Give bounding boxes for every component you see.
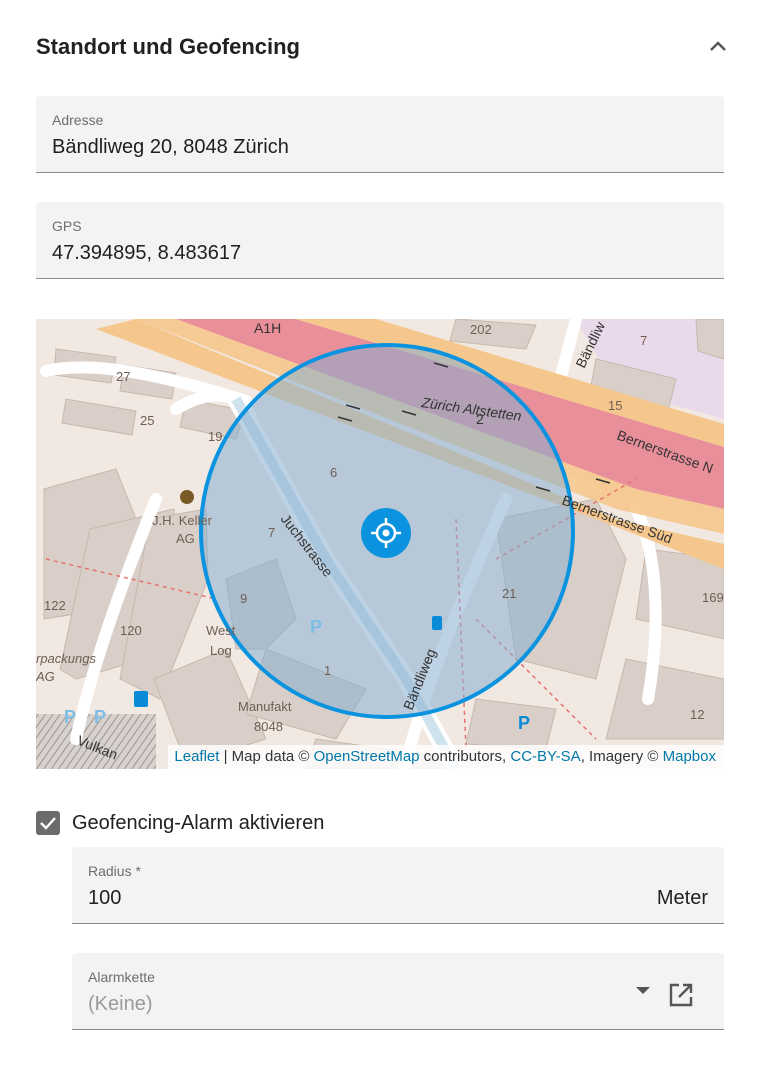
svg-text:19: 19 (208, 429, 222, 444)
svg-text:7: 7 (268, 525, 275, 540)
svg-text:7: 7 (640, 333, 647, 348)
geofence-alarm-row[interactable]: Geofencing-Alarm aktivieren (36, 810, 324, 836)
collapse-button[interactable] (704, 32, 732, 60)
geofence-alarm-label: Geofencing-Alarm aktivieren (72, 811, 325, 834)
address-label: Adresse (52, 112, 104, 128)
svg-text:9: 9 (240, 591, 247, 606)
attribution-separator: | Map data © (219, 748, 314, 765)
radius-field[interactable]: Radius * 100 Meter (72, 847, 724, 924)
alarm-chain-select[interactable]: Alarmkette (Keine) (72, 953, 724, 1030)
radius-input[interactable]: 100 (88, 887, 121, 910)
platform-label: 2 (476, 411, 484, 427)
dropdown-arrow-icon[interactable] (636, 987, 650, 994)
svg-text:rpackungs: rpackungs (36, 651, 96, 666)
svg-text:120: 120 (120, 623, 142, 638)
geofence-alarm-checkbox[interactable] (36, 811, 60, 835)
address-field[interactable]: Adresse Bändliweg 20, 8048 Zürich (36, 96, 724, 173)
fuel-station-icon (134, 691, 148, 707)
checkmark-icon (40, 817, 56, 830)
gps-value[interactable]: 47.394895, 8.483617 (52, 242, 241, 265)
license-link[interactable]: CC-BY-SA (510, 748, 580, 765)
mapbox-link[interactable]: Mapbox (663, 748, 716, 765)
svg-text:Manufakt: Manufakt (238, 699, 292, 714)
bike-parking-icon: P (518, 713, 530, 733)
radius-label: Radius * (88, 863, 141, 879)
svg-text:21: 21 (502, 586, 516, 601)
alarm-chain-value[interactable]: (Keine) (88, 993, 152, 1016)
parking-icon: P (310, 617, 322, 637)
locate-marker[interactable] (361, 508, 411, 558)
svg-text:12: 12 (690, 707, 704, 722)
osm-link[interactable]: OpenStreetMap (314, 748, 420, 765)
svg-text:Log: Log (210, 643, 232, 658)
attribution-separator: , Imagery © (580, 748, 663, 765)
svg-text:202: 202 (470, 322, 492, 337)
svg-text:25: 25 (140, 413, 154, 428)
address-value[interactable]: Bändliweg 20, 8048 Zürich (52, 136, 289, 159)
svg-text:122: 122 (44, 598, 66, 613)
location-geofencing-card: Standort und Geofencing Adresse Bändliwe… (0, 0, 760, 1083)
chevron-up-icon (710, 41, 726, 51)
attribution-separator: contributors, (419, 748, 511, 765)
map-attribution: Leaflet | Map data © OpenStreetMap contr… (168, 745, 724, 769)
map-tiles[interactable]: A1H Zürich Altstetten 2 Bernerstrasse N … (36, 319, 724, 769)
svg-text:6: 6 (330, 465, 337, 480)
parking-icon: P (64, 707, 76, 727)
gps-label: GPS (52, 218, 82, 234)
svg-text:West: West (206, 623, 236, 638)
parking-icon: P (94, 707, 106, 727)
svg-text:1: 1 (324, 663, 331, 678)
svg-text:27: 27 (116, 369, 130, 384)
open-external-icon[interactable] (668, 982, 694, 1008)
radius-unit: Meter (656, 887, 708, 909)
svg-text:15: 15 (608, 398, 622, 413)
street-label-a1h: A1H (254, 320, 281, 336)
svg-text:AG: AG (176, 531, 195, 546)
svg-text:J.H. Keller: J.H. Keller (152, 513, 213, 528)
svg-text:8048: 8048 (254, 719, 283, 734)
section-title: Standort und Geofencing (36, 34, 300, 59)
taxi-icon (180, 490, 194, 504)
gps-field[interactable]: GPS 47.394895, 8.483617 (36, 202, 724, 279)
bus-stop-icon (432, 616, 442, 630)
leaflet-link[interactable]: Leaflet (174, 748, 219, 765)
alarm-chain-label: Alarmkette (88, 969, 155, 985)
svg-text:AG: AG (36, 669, 55, 684)
svg-text:169: 169 (702, 590, 724, 605)
map-view[interactable]: A1H Zürich Altstetten 2 Bernerstrasse N … (36, 319, 724, 769)
